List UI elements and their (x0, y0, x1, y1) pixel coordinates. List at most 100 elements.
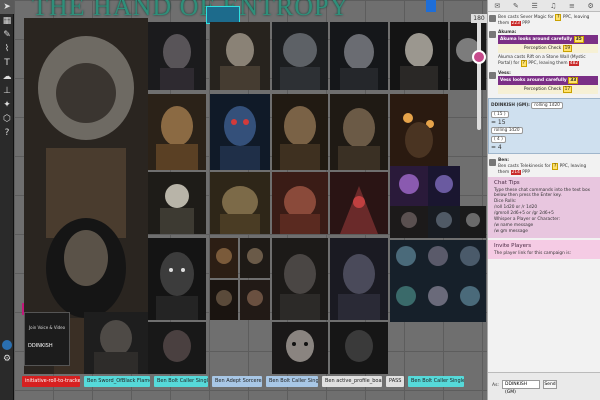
select-tool-icon[interactable]: ➤ (0, 0, 14, 14)
roll-result: ( 15 ) (491, 111, 509, 118)
portrait-grid[interactable] (390, 240, 486, 322)
settings-icon[interactable]: ⚙ (0, 352, 14, 366)
portrait-tile[interactable] (390, 206, 428, 238)
turn-marker[interactable] (426, 0, 436, 12)
draw-tool-icon[interactable]: ✎ (0, 28, 14, 42)
sidebar-tabs: ✉ ✎ ☰ ♫ ≡ ⚙ (488, 0, 600, 12)
fog-tool-icon[interactable]: ☁ (0, 70, 14, 84)
chat-input-area: As: DDINKISH (GM) Send (488, 372, 600, 400)
tips-text: /w gm message (494, 229, 528, 234)
tips-text: Type these chat commands into the text b… (494, 188, 590, 198)
app-root: ➤ ▦ ✎ ⌇ T ☁ ⊥ ✦ ⬡ ? ⚙ THE HAND OF ENTROP… (0, 0, 600, 400)
chat-tips: Chat Tips Type these chat commands into … (488, 177, 600, 238)
chat-message: Ben: Ben casts Telekinesis for ? PPC, le… (488, 156, 600, 177)
collection-tab-icon[interactable]: ≡ (568, 2, 576, 10)
portrait-tile[interactable] (390, 166, 428, 206)
roll-total: = 4 (491, 144, 502, 151)
ruler-tool-icon[interactable]: ⊥ (0, 84, 14, 98)
macro-button[interactable]: Ben Bolt Caller Single Attack (266, 376, 318, 387)
chat-tab-icon[interactable]: ✉ (493, 2, 501, 10)
portrait-tile[interactable] (330, 238, 388, 320)
left-toolbar: ➤ ▦ ✎ ⌇ T ☁ ⊥ ✦ ⬡ ? ⚙ (0, 0, 14, 400)
zoom-slider[interactable] (477, 20, 481, 130)
compendium-tab-icon[interactable]: ♫ (549, 2, 557, 10)
portrait-tile[interactable] (330, 322, 388, 374)
portrait-tile[interactable] (148, 238, 206, 320)
roll-template-row: Perception Check 17 (498, 85, 598, 94)
speak-as-select[interactable]: DDINKISH (GM) (502, 380, 540, 395)
macro-button[interactable]: Ben active_profile_boasts_damage_range_s… (322, 376, 382, 387)
macro-button[interactable]: PASS (386, 376, 404, 387)
chat-text: PPP (522, 21, 530, 26)
zoom-slider-handle[interactable] (472, 50, 486, 64)
settings-tab-icon[interactable]: ⚙ (587, 2, 595, 10)
dice-tool-icon[interactable]: ⬡ (0, 112, 14, 126)
macro-button[interactable]: Ben Bolt Caller Single Attack (408, 376, 464, 387)
journal-tab-icon[interactable]: ☰ (531, 2, 539, 10)
text-tool-icon[interactable]: T (0, 56, 14, 70)
portrait-tile[interactable] (272, 22, 328, 90)
invite-players: Invite Players The player link for this … (488, 240, 600, 259)
chat-message: Vess: Vess looks around carefully 33 Per… (488, 69, 600, 96)
player-color-icon[interactable] (0, 338, 14, 352)
game-canvas[interactable]: THE HAND OF ENTROPY Join Voice & Video D… (14, 0, 487, 400)
chat-message: Ben casts Sever Magic for ? PPC, leaving… (488, 12, 600, 28)
portrait-tile[interactable] (148, 94, 206, 170)
tips-text: Dice Rolls: (494, 199, 517, 204)
video-feed[interactable]: Join Voice & Video DDINKISH (24, 312, 70, 366)
portrait-tile[interactable] (428, 206, 460, 238)
portrait-tile[interactable] (428, 166, 460, 206)
macro-button[interactable]: Ben Bolt Caller Single Attack (154, 376, 208, 387)
portrait-tile[interactable] (210, 94, 270, 170)
art-tab-icon[interactable]: ✎ (512, 2, 520, 10)
roll-total: = 15 (491, 119, 506, 126)
send-button[interactable]: Send (543, 380, 557, 389)
join-video-label[interactable]: Join Voice & Video (25, 325, 69, 330)
brush-tool-icon[interactable]: ⌇ (0, 42, 14, 56)
portrait-tile[interactable] (84, 312, 148, 374)
portrait-tile[interactable] (240, 238, 270, 278)
portrait-tile[interactable] (240, 280, 270, 320)
chat-text: Ben casts Sever Magic for (498, 15, 554, 20)
portrait-tile[interactable] (390, 94, 448, 170)
portrait-tile[interactable] (272, 94, 328, 170)
portrait-tile[interactable] (330, 94, 388, 170)
portrait-tile[interactable] (390, 22, 448, 90)
portrait-tile[interactable] (148, 172, 206, 234)
speak-as-label: As: (492, 383, 499, 388)
invite-title: Invite Players (494, 243, 532, 249)
roll-template-head: Akuma looks around carefully 35 (498, 35, 598, 44)
tips-text: /gmroll 2d6+5 or /gr 2d6+5 (494, 211, 554, 216)
tips-text: /w name message (494, 223, 534, 228)
macro-button[interactable]: Ben Adept Sorcerer Spell (212, 376, 262, 387)
portrait-tile[interactable] (210, 280, 238, 320)
tips-text: /roll 1d20 or /r 1d20 (494, 205, 538, 210)
portrait-tile[interactable] (330, 22, 388, 90)
portrait-tile[interactable] (272, 322, 328, 374)
portrait-tile[interactable] (330, 172, 388, 234)
portrait-tile[interactable] (272, 172, 328, 234)
portrait-tile[interactable] (210, 172, 270, 234)
roll-result: ( 4 ) (491, 136, 506, 143)
portrait-tile[interactable] (210, 238, 238, 278)
video-player-name: DDINKISH (28, 343, 53, 349)
portrait-tile[interactable] (272, 238, 328, 320)
roll-command: rolling 1d20 (531, 102, 563, 109)
sidebar-panel: ✉ ✎ ☰ ♫ ≡ ⚙ Ben casts Sever Magic for ? … (487, 0, 600, 400)
magic-wand-icon[interactable]: ✦ (0, 98, 14, 112)
portrait-tile[interactable] (148, 22, 206, 90)
tips-title: Chat Tips (494, 180, 520, 186)
avatar (489, 159, 496, 166)
macro-button[interactable]: initiative-roll-to-tracker (22, 376, 80, 387)
tips-text: Whisper a Player or Character: (494, 217, 560, 222)
portrait-tile[interactable] (148, 322, 206, 374)
map-layer-icon[interactable]: ▦ (0, 14, 14, 28)
roll-template-head: Vess looks around carefully 33 (498, 76, 598, 85)
chat-value: 223 (510, 21, 521, 26)
macro-button[interactable]: Ben Sword_OfBlack Flame Strike (84, 376, 150, 387)
portrait-tile[interactable] (210, 22, 270, 90)
help-tool-icon[interactable]: ? (0, 126, 14, 140)
portrait-tile[interactable] (460, 206, 486, 238)
avatar (489, 31, 496, 38)
chat-text: Akuma casts Rift on a Stone Wall (Mystic… (498, 55, 586, 67)
